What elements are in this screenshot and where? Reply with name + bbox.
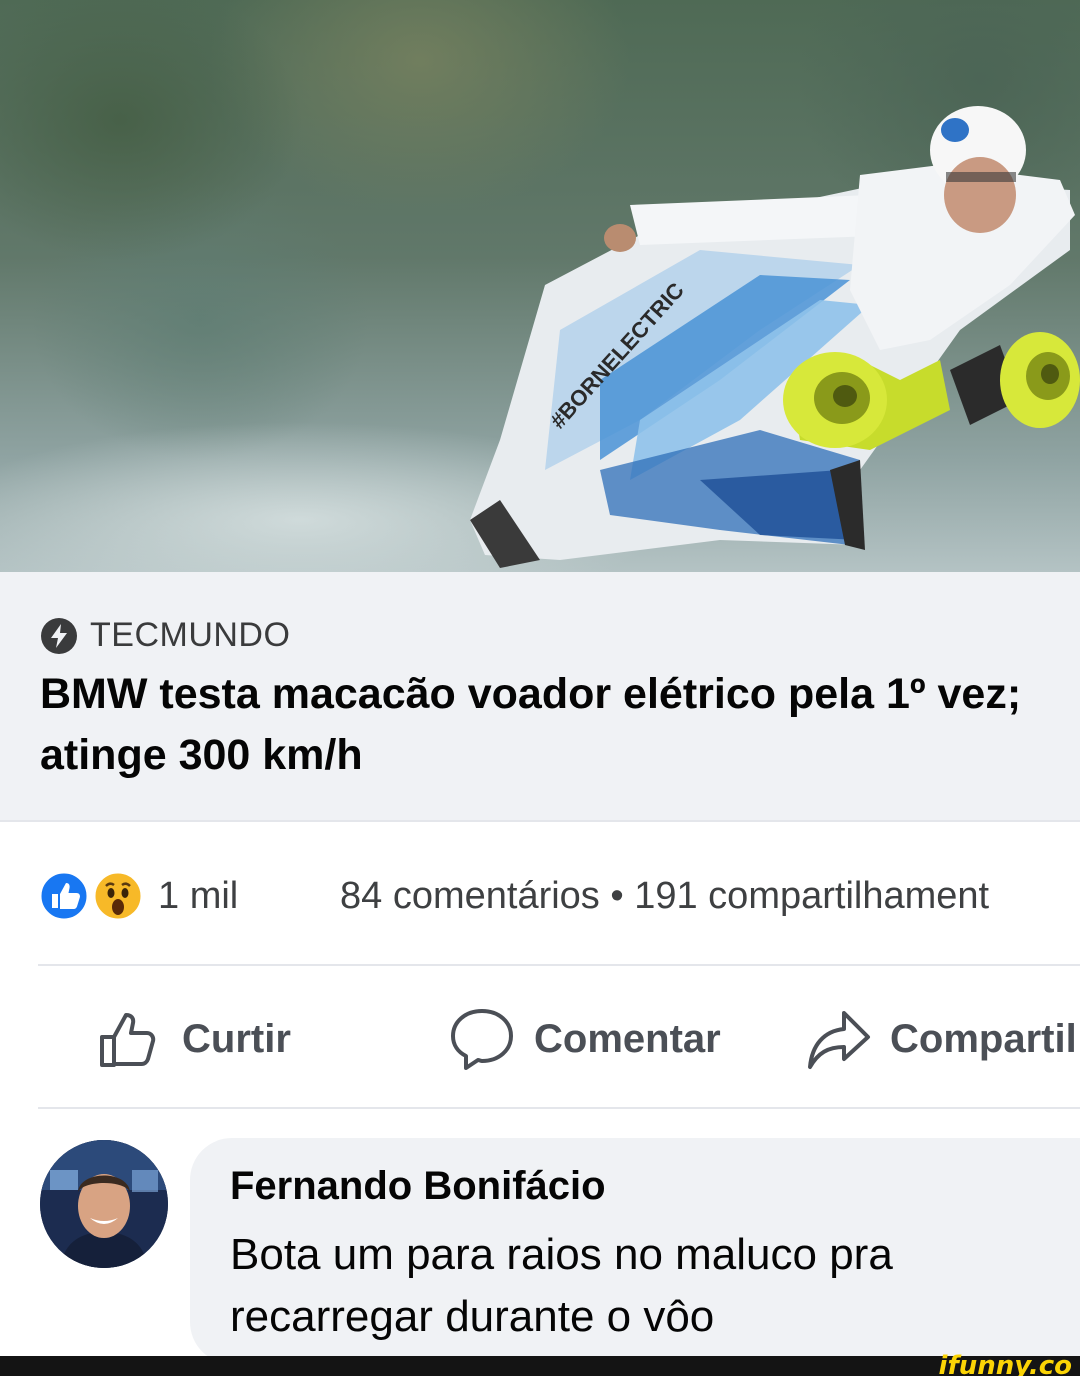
link-preview[interactable]: TECMUNDO BMW testa macacão voador elétri… <box>0 572 1080 822</box>
comment-text: Bota um para raios no maluco pra recarre… <box>230 1230 893 1341</box>
thumb-up-icon <box>100 1013 156 1067</box>
speech-bubble-icon <box>451 1009 513 1070</box>
comments-shares-count[interactable]: 84 comentários • 191 compartilhament <box>340 870 989 922</box>
comment-label: Comentar <box>534 1016 721 1061</box>
share-arrow-icon <box>808 1011 870 1069</box>
bottom-bar: ifunny.co <box>0 1352 1080 1376</box>
divider <box>38 964 1080 966</box>
like-label: Curtir <box>182 1016 291 1061</box>
reaction-count[interactable]: 1 mil <box>158 870 238 922</box>
comment-button[interactable]: Comentar <box>448 1004 721 1074</box>
source-name: TECMUNDO <box>90 616 291 654</box>
share-label: Compartil <box>890 1016 1077 1061</box>
link-headline[interactable]: BMW testa macacão voador elétrico pela 1… <box>40 664 1070 786</box>
avatar-portrait <box>40 1140 168 1268</box>
avatar[interactable] <box>40 1140 168 1268</box>
watermark: ifunny.co <box>938 1351 1072 1376</box>
like-reaction-icon[interactable] <box>38 870 90 922</box>
link-source: TECMUNDO <box>40 616 290 655</box>
bolt-icon <box>41 617 77 654</box>
comment-bubble[interactable]: Fernando Bonifácio Bota um para raios no… <box>190 1138 1080 1364</box>
like-button[interactable]: Curtir <box>96 1004 291 1074</box>
divider <box>38 1107 1080 1109</box>
share-button[interactable]: Compartil <box>804 1004 1077 1074</box>
post-photo[interactable]: #BORNELECTRIC <box>0 0 1080 572</box>
wingsuit-flyer-illustration: #BORNELECTRIC <box>470 106 1080 568</box>
wow-reaction-icon[interactable] <box>92 870 144 922</box>
post-stats: 1 mil 84 comentários • 191 compartilhame… <box>38 862 1080 928</box>
comment-author[interactable]: Fernando Bonifácio <box>230 1164 606 1209</box>
